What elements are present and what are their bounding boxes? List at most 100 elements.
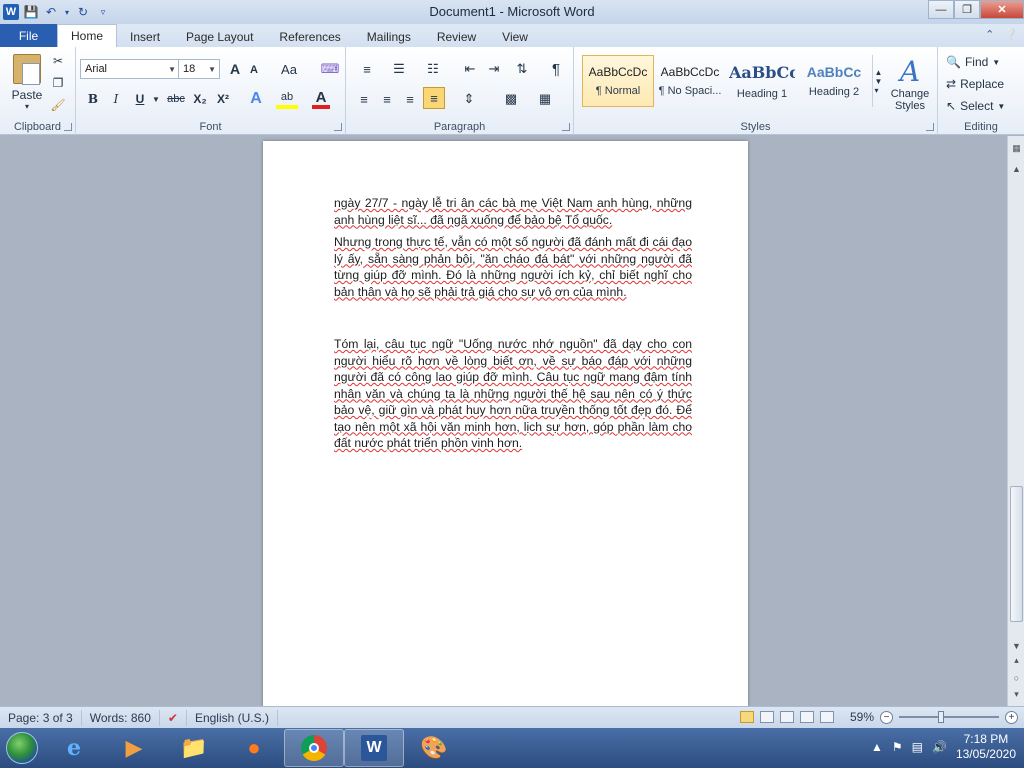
text-effects-button[interactable]: A bbox=[246, 89, 266, 109]
underline-dropdown-icon[interactable]: ▼ bbox=[152, 89, 160, 109]
zoom-level[interactable]: 59% bbox=[850, 710, 874, 724]
page-count[interactable]: Page: 3 of 3 bbox=[0, 709, 82, 726]
save-icon[interactable]: 💾 bbox=[23, 4, 39, 20]
show-hide-button[interactable]: ¶ bbox=[546, 59, 566, 79]
help-icon[interactable]: ❔ bbox=[1004, 28, 1018, 41]
undo-dropdown-icon[interactable]: ▾ bbox=[63, 4, 71, 20]
tab-review[interactable]: Review bbox=[424, 26, 489, 47]
previous-page-icon[interactable]: ▴ bbox=[1010, 654, 1023, 667]
highlight-button[interactable]: ab bbox=[276, 89, 298, 109]
align-left-icon[interactable]: ≡ bbox=[354, 89, 374, 109]
proofing-icon[interactable]: ✔ bbox=[160, 709, 187, 726]
ruler-toggle-icon[interactable]: ▦ bbox=[1010, 142, 1023, 155]
find-button[interactable]: 🔍 Find ▼ bbox=[946, 53, 1020, 71]
clear-formatting-icon[interactable]: ⌨ bbox=[320, 59, 340, 79]
underline-button[interactable]: U bbox=[131, 89, 149, 109]
file-explorer-icon[interactable]: 📁 bbox=[164, 729, 224, 767]
select-button[interactable]: ↖ Select ▼ bbox=[946, 97, 1020, 115]
font-size-select[interactable]: 18 ▼ bbox=[178, 59, 220, 79]
draft-view-icon[interactable] bbox=[819, 711, 834, 723]
line-spacing-icon[interactable]: ⇕ bbox=[456, 89, 482, 109]
word-icon[interactable]: W bbox=[344, 729, 404, 767]
next-page-icon[interactable]: ▾ bbox=[1010, 688, 1023, 701]
italic-button[interactable]: I bbox=[107, 89, 125, 109]
tab-page-layout[interactable]: Page Layout bbox=[173, 26, 266, 47]
grow-font-button[interactable]: A bbox=[226, 59, 244, 79]
tab-file[interactable]: File bbox=[0, 24, 57, 47]
restore-icon[interactable]: ❐ bbox=[954, 0, 980, 19]
full-screen-view-icon[interactable] bbox=[759, 711, 774, 723]
font-family-select[interactable]: Arial ▼ bbox=[80, 59, 180, 79]
chrome-icon[interactable] bbox=[284, 729, 344, 767]
numbering-icon[interactable]: ☰ bbox=[386, 59, 412, 79]
word-app-icon[interactable]: W bbox=[3, 4, 19, 20]
change-case-button[interactable]: Aa bbox=[276, 59, 302, 79]
subscript-button[interactable]: X₂ bbox=[190, 89, 210, 109]
network-icon[interactable]: ▤ bbox=[912, 740, 923, 754]
minimize-icon[interactable]: — bbox=[928, 0, 954, 19]
media-player-icon[interactable]: ▶ bbox=[104, 729, 164, 767]
browse-object-icon[interactable]: ○ bbox=[1010, 671, 1023, 684]
firefox-icon[interactable]: ● bbox=[224, 729, 284, 767]
superscript-button[interactable]: X² bbox=[213, 89, 233, 109]
start-button[interactable] bbox=[0, 728, 44, 768]
clock[interactable]: 7:18 PM 13/05/2020 bbox=[956, 732, 1016, 762]
align-center-icon[interactable]: ≡ bbox=[377, 89, 397, 109]
align-right-icon[interactable]: ≡ bbox=[400, 89, 420, 109]
bullets-icon[interactable]: ≡ bbox=[354, 59, 380, 79]
style-no-spacing[interactable]: AaBbCcDc ¶ No Spaci... bbox=[654, 55, 726, 107]
tab-insert[interactable]: Insert bbox=[117, 26, 173, 47]
change-styles-button[interactable]: A Change Styles bbox=[886, 53, 934, 113]
style-normal[interactable]: AaBbCcDc ¶ Normal bbox=[582, 55, 654, 107]
scrollbar-thumb[interactable] bbox=[1010, 486, 1023, 622]
show-hidden-icons-icon[interactable]: ▲ bbox=[871, 740, 883, 754]
undo-icon[interactable]: ↶ bbox=[43, 4, 59, 20]
shrink-font-button[interactable]: A bbox=[246, 61, 262, 79]
copy-icon[interactable]: ❐ bbox=[50, 75, 66, 91]
format-painter-icon[interactable]: 🖌 bbox=[50, 97, 66, 113]
tab-references[interactable]: References bbox=[266, 26, 353, 47]
minimize-ribbon-icon[interactable]: ⌃ bbox=[985, 28, 994, 41]
vertical-scrollbar[interactable]: ▦ ▲ ▼ ▴ ○ ▾ bbox=[1007, 136, 1024, 706]
zoom-slider[interactable] bbox=[899, 711, 999, 723]
redo-icon[interactable]: ↻ bbox=[75, 4, 91, 20]
scroll-down-icon[interactable]: ▼ bbox=[1010, 639, 1023, 652]
paste-dropdown-icon[interactable]: ▾ bbox=[25, 102, 29, 111]
styles-gallery-scroll[interactable]: ▲ ▼ ▾ bbox=[872, 55, 884, 107]
close-icon[interactable]: ✕ bbox=[980, 0, 1024, 19]
scroll-up-icon[interactable]: ▲ bbox=[1010, 162, 1023, 175]
replace-button[interactable]: ⇄ Replace bbox=[946, 75, 1020, 93]
language[interactable]: English (U.S.) bbox=[187, 709, 278, 726]
shading-icon[interactable]: ▩ bbox=[498, 89, 524, 109]
paragraph[interactable]: Nhưng trong thực tế, vẫn có một số người… bbox=[334, 234, 692, 300]
borders-icon[interactable]: ▦ bbox=[532, 89, 558, 109]
paragraph-launcher-icon[interactable] bbox=[562, 123, 570, 131]
volume-icon[interactable]: 🔊 bbox=[932, 740, 947, 754]
outline-view-icon[interactable] bbox=[799, 711, 814, 723]
document-page[interactable]: ngày 27/7 - ngày lễ tri ân các bà mẹ Việ… bbox=[263, 141, 748, 706]
paint-icon[interactable]: 🎨 bbox=[404, 729, 464, 767]
bold-button[interactable]: B bbox=[84, 89, 102, 109]
clipboard-launcher-icon[interactable] bbox=[64, 123, 72, 131]
document-body[interactable]: ngày 27/7 - ngày lễ tri ân các bà mẹ Việ… bbox=[334, 195, 692, 458]
style-heading-2[interactable]: AaBbCc Heading 2 bbox=[798, 55, 870, 107]
tab-mailings[interactable]: Mailings bbox=[354, 26, 424, 47]
zoom-in-icon[interactable]: + bbox=[1005, 710, 1018, 724]
font-launcher-icon[interactable] bbox=[334, 123, 342, 131]
font-color-button[interactable]: A bbox=[312, 89, 330, 109]
paragraph[interactable]: ngày 27/7 - ngày lễ tri ân các bà mẹ Việ… bbox=[334, 195, 692, 228]
paste-button[interactable]: Paste ▾ bbox=[8, 53, 46, 111]
multilevel-list-icon[interactable]: ☷ bbox=[420, 59, 446, 79]
tab-home[interactable]: Home bbox=[57, 24, 118, 47]
zoom-slider-thumb[interactable] bbox=[938, 711, 944, 723]
decrease-indent-icon[interactable]: ⇤ bbox=[460, 59, 480, 79]
sort-icon[interactable]: ⇅ bbox=[512, 59, 532, 79]
paragraph[interactable]: Tóm lại, câu tục ngữ "Uống nước nhớ nguồ… bbox=[334, 336, 692, 452]
internet-explorer-icon[interactable]: e bbox=[44, 729, 104, 767]
justify-icon[interactable]: ≡ bbox=[423, 87, 445, 109]
zoom-out-icon[interactable]: − bbox=[880, 710, 893, 724]
print-layout-view-icon[interactable] bbox=[739, 711, 754, 723]
customize-qat-icon[interactable]: ▿ bbox=[95, 4, 111, 20]
increase-indent-icon[interactable]: ⇥ bbox=[484, 59, 504, 79]
word-count[interactable]: Words: 860 bbox=[82, 709, 160, 726]
